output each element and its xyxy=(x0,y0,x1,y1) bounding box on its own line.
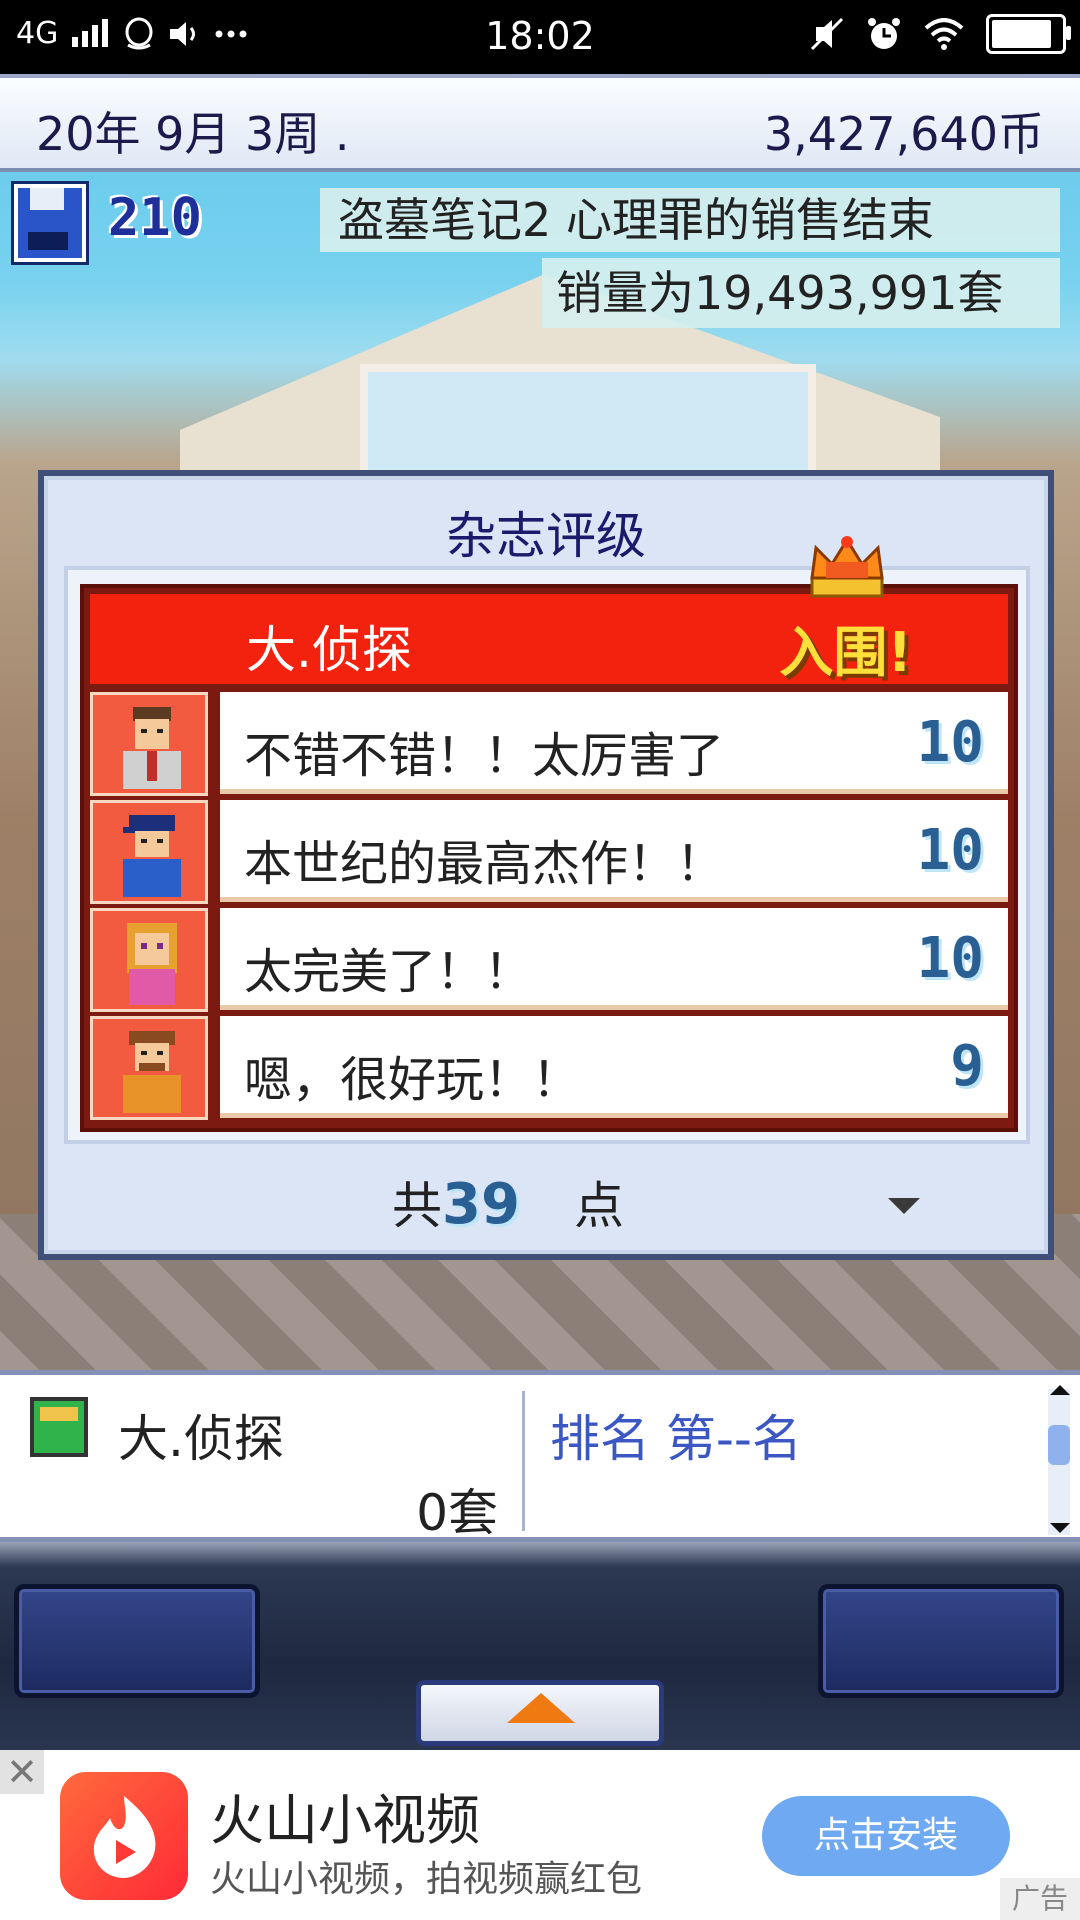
info-divider xyxy=(522,1391,525,1531)
dialog-title: 杂志评级 xyxy=(446,507,646,565)
save-count: 210 xyxy=(108,188,202,248)
review-row: 太完美了！！ 10 xyxy=(90,908,1008,1016)
next-page-arrow-icon[interactable] xyxy=(888,1198,920,1214)
scroll-down-arrow-icon[interactable] xyxy=(1050,1523,1070,1533)
rated-game-name: 大.侦探 xyxy=(246,621,412,679)
status-bar: 4G 18:02 xyxy=(0,0,1080,74)
up-arrow-icon xyxy=(507,1693,575,1723)
info-game-name: 大.侦探 xyxy=(118,1410,284,1468)
ad-subtitle: 火山小视频，拍视频赢红包 xyxy=(210,1859,643,1900)
huoshan-logo-icon xyxy=(60,1772,188,1900)
review-box: 太完美了！！ 10 xyxy=(220,908,1008,1010)
nominated-badge: 入围! xyxy=(779,608,912,687)
review-box: 本世纪的最高杰作！！ 10 xyxy=(220,800,1008,902)
review-text: 不错不错！！太厉害了 xyxy=(244,728,725,784)
review-score: 10 xyxy=(916,710,984,775)
reviewer-2-icon xyxy=(90,800,208,904)
alarm-icon xyxy=(868,18,900,49)
ad-close-button[interactable]: ✕ xyxy=(0,1750,44,1794)
review-text: 嗯，很好玩！！ xyxy=(244,1052,581,1108)
ad-label: 广告 xyxy=(1000,1878,1080,1920)
review-box: 嗯，很好玩！！ 9 xyxy=(220,1016,1008,1118)
news-ticker-line1: 盗墓笔记2 心理罪的销售结束 xyxy=(320,188,1060,252)
review-score: 9 xyxy=(950,1034,984,1099)
review-box: 不错不错！！太厉害了 10 xyxy=(220,692,1008,794)
game-info-panel[interactable]: 大.侦探 0套 排名 第--名 xyxy=(0,1370,1080,1542)
left-menu-button[interactable] xyxy=(14,1584,260,1698)
vibrate-off-icon xyxy=(810,17,844,51)
total-points: 共39 点 xyxy=(392,1166,624,1238)
total-prefix: 共 xyxy=(392,1177,442,1235)
control-bar xyxy=(0,1542,1080,1750)
ad-banner[interactable]: ✕ 火山小视频 火山小视频，拍视频赢红包 点击安装 广告 xyxy=(0,1750,1080,1920)
nominated-bang: ! xyxy=(887,621,912,684)
news-ticker-line2: 销量为19,493,991套 xyxy=(542,258,1060,328)
review-list: 不错不错！！太厉害了 10 本世纪的最高杰作！！ 10 太完美了！！ 10 嗯，… xyxy=(90,692,1008,1124)
reviewer-4-icon xyxy=(90,1016,208,1120)
ad-title: 火山小视频 xyxy=(210,1789,480,1852)
review-row: 不错不错！！太厉害了 10 xyxy=(90,692,1008,800)
nominated-label: 入围 xyxy=(779,621,888,684)
rating-header: 大.侦探 入围! xyxy=(90,594,1008,684)
money-counter: 3,427,640币 xyxy=(763,107,1044,161)
review-row: 本世纪的最高杰作！！ 10 xyxy=(90,800,1008,908)
total-score: 39 xyxy=(442,1172,520,1237)
wifi-icon xyxy=(924,18,964,50)
magazine-rating-dialog: 杂志评级 大.侦探 入围! 不错不错！！太厉害了 10 本世纪的最高杰作！！ 1… xyxy=(38,470,1054,1260)
review-score: 10 xyxy=(916,926,984,991)
review-row: 嗯，很好玩！！ 9 xyxy=(90,1016,1008,1124)
save-disk-icon[interactable] xyxy=(14,184,86,262)
rating-panel: 大.侦探 入围! 不错不错！！太厉害了 10 本世纪的最高杰作！！ 10 太完美… xyxy=(80,584,1018,1132)
top-hud-bar: 20年 9月 3周 . 3,427,640币 xyxy=(0,74,1080,172)
status-right xyxy=(810,14,1071,54)
right-menu-button[interactable] xyxy=(818,1584,1064,1698)
game-date: 20年 9月 3周 . xyxy=(36,107,350,161)
review-text: 本世纪的最高杰作！！ xyxy=(244,836,725,892)
game-cartridge-icon xyxy=(30,1397,88,1457)
crown-icon xyxy=(810,536,884,598)
info-sales: 0套 xyxy=(416,1484,498,1542)
battery-icon xyxy=(986,14,1071,54)
scroll-up-arrow-icon[interactable] xyxy=(1050,1385,1070,1395)
expand-button[interactable] xyxy=(416,1680,664,1746)
reviewer-3-icon xyxy=(90,908,208,1012)
install-button[interactable]: 点击安装 xyxy=(762,1796,1010,1876)
dialog-inner: 大.侦探 入围! 不错不错！！太厉害了 10 本世纪的最高杰作！！ 10 太完美… xyxy=(64,566,1030,1144)
review-text: 太完美了！！ xyxy=(244,944,533,1000)
battery-fill xyxy=(992,20,1051,48)
info-rank: 排名 第--名 xyxy=(550,1410,802,1468)
info-scroll-thumb[interactable] xyxy=(1048,1425,1070,1465)
reviewer-1-icon xyxy=(90,692,208,796)
total-suffix: 点 xyxy=(573,1177,624,1235)
review-score: 10 xyxy=(916,818,984,883)
